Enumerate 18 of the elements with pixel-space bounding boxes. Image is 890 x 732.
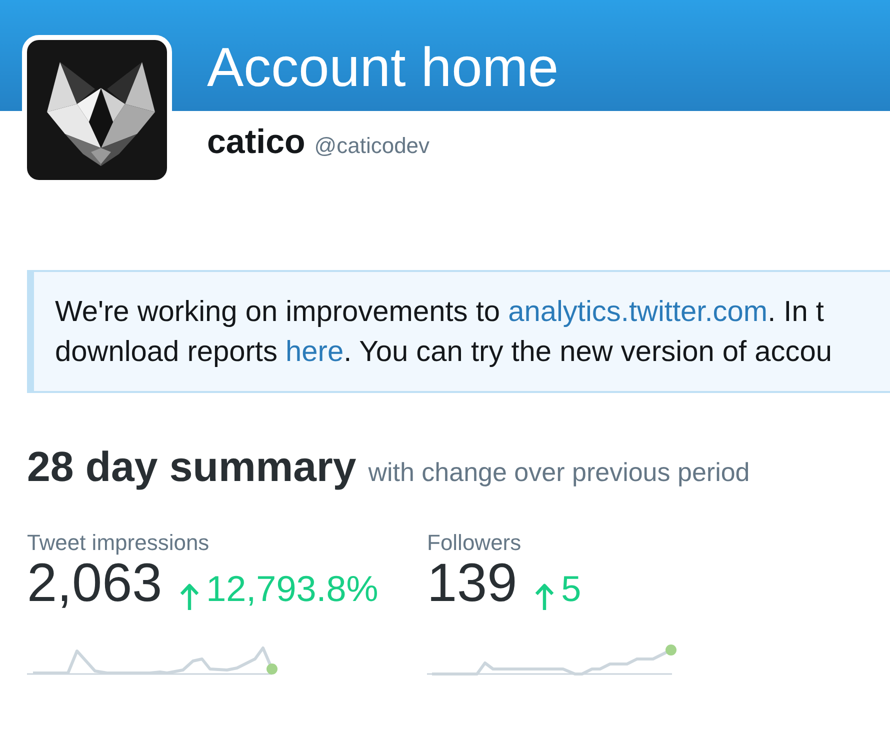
text-link[interactable]: here (286, 336, 344, 368)
account-name: catico (207, 122, 306, 162)
up-arrow-icon (535, 583, 554, 610)
metric-label: Tweet impressions (27, 531, 210, 555)
summary-title: 28 day summary (27, 442, 356, 492)
notice-text: We're working on improvements to analytics.twitter.com. In t download reports here. You can try the new version of accou (55, 295, 834, 370)
metric-change: 12,793.8% (206, 567, 378, 611)
metric-value: 2,063 (27, 555, 162, 611)
endpoint-dot-icon (266, 664, 278, 674)
text-link[interactable]: analytics.twitter.com (508, 296, 768, 328)
metric-label: Followers (427, 531, 522, 555)
endpoint-dot-icon (666, 644, 676, 656)
page-title: Account home (207, 36, 560, 99)
summary-subtitle: with change over previous period (368, 456, 750, 489)
up-arrow-icon (180, 583, 200, 610)
metric-change: 5 (561, 567, 582, 611)
account-handle: @caticodev (314, 132, 430, 160)
metric-value: 139 (427, 555, 518, 611)
